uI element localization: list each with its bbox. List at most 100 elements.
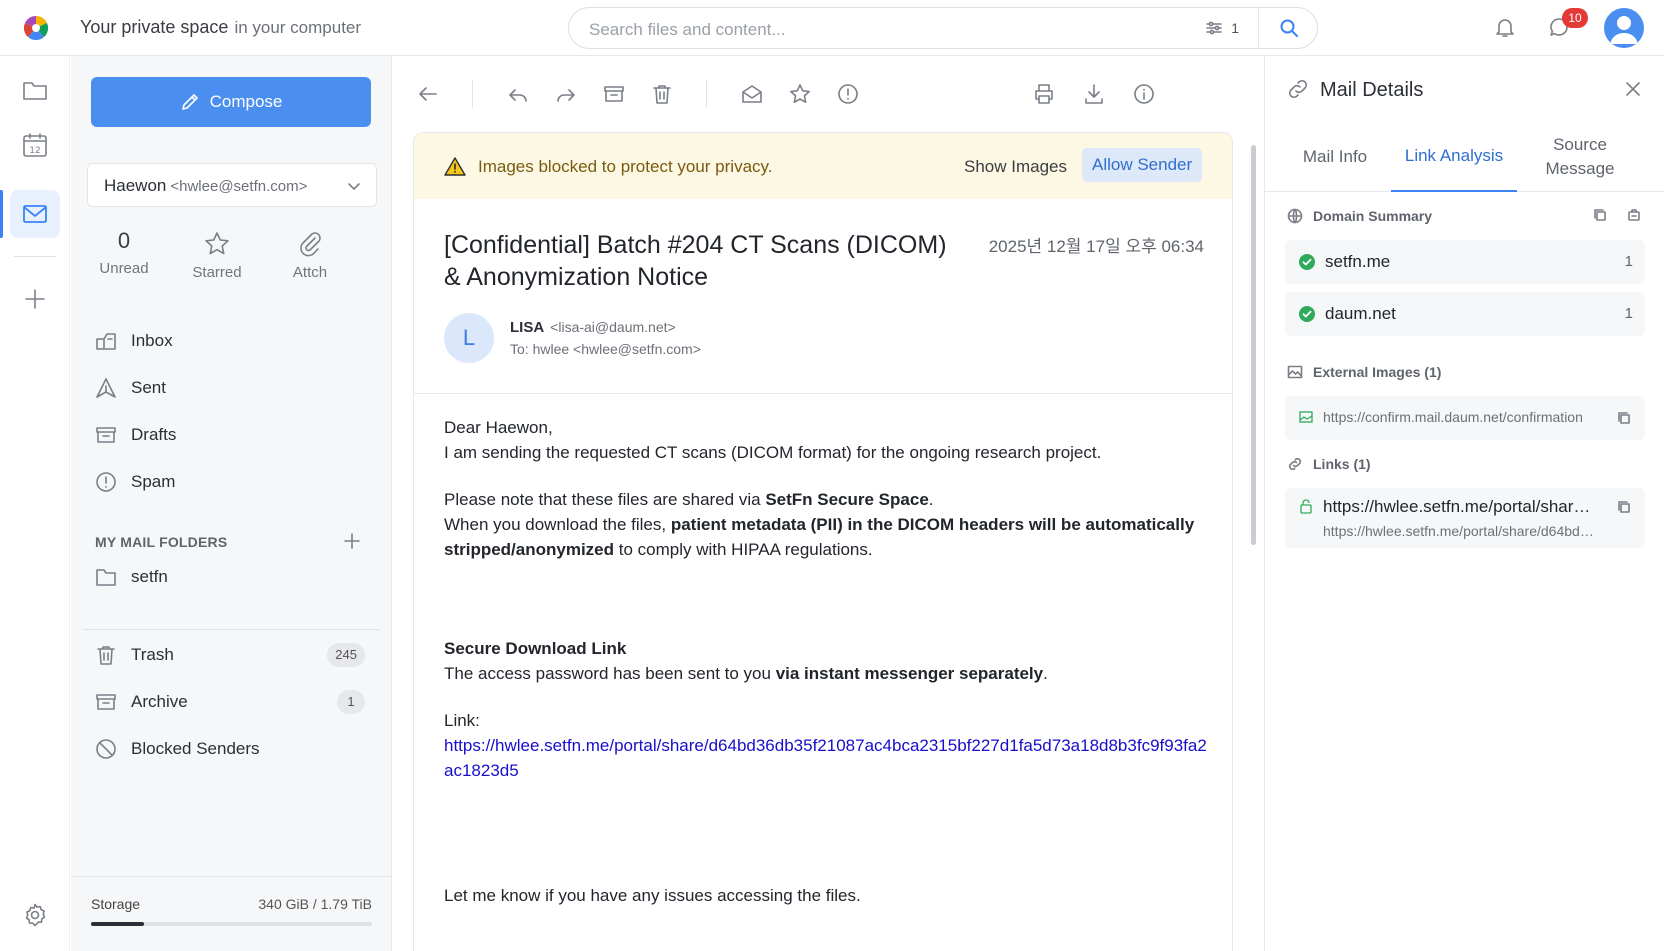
archive-button[interactable] — [602, 82, 626, 106]
star-button[interactable] — [788, 82, 812, 106]
search-divider — [1258, 8, 1259, 48]
body-paragraph: The access password has been sent to you… — [444, 661, 1214, 686]
nav-blocked-senders[interactable]: Blocked Senders — [95, 729, 365, 769]
search-filter-button[interactable]: 1 — [1205, 20, 1239, 36]
header-separator — [414, 393, 1232, 394]
add-folder-button[interactable] — [343, 532, 361, 550]
nav-trash[interactable]: Trash 245 — [95, 635, 365, 675]
brand-main: Your private space — [80, 17, 229, 37]
stat-unread[interactable]: 0 Unread — [84, 226, 164, 277]
rail-calendar[interactable]: 12 — [22, 132, 48, 158]
drafts-icon — [96, 427, 116, 443]
nav-sent-label: Sent — [131, 378, 166, 397]
user-avatar[interactable] — [1604, 8, 1644, 48]
account-email: <hwlee@setfn.com> — [170, 178, 308, 195]
tab-source-message[interactable]: Source Message — [1535, 122, 1625, 192]
links-label: Links (1) — [1313, 456, 1371, 472]
archive-icon — [604, 86, 624, 102]
sender-name[interactable]: LISA — [510, 319, 544, 336]
rail-files[interactable] — [22, 78, 48, 102]
mail-sidebar: Compose Haewon <hwlee@setfn.com> 0 Unread… — [71, 56, 392, 951]
rail-mail[interactable] — [22, 202, 48, 226]
sidebar-separator — [83, 629, 380, 630]
account-selector[interactable]: Haewon <hwlee@setfn.com> — [87, 163, 377, 207]
blocked-icon — [96, 739, 116, 759]
nav-spam[interactable]: Spam — [95, 462, 365, 502]
rail-add[interactable] — [22, 286, 48, 312]
unread-count: 0 — [117, 228, 131, 253]
delete-button[interactable] — [650, 82, 674, 106]
back-button[interactable] — [416, 82, 440, 106]
svg-text:12: 12 — [29, 146, 40, 156]
globe-icon — [1287, 208, 1303, 224]
copy-icon[interactable] — [1617, 411, 1631, 425]
domain-row[interactable]: daum.net 1 — [1285, 292, 1645, 336]
check-circle-icon — [1299, 306, 1315, 322]
search-bar[interactable]: Search files and content... 1 — [568, 7, 1318, 49]
print-button[interactable] — [1032, 82, 1056, 106]
body-bold-text: SetFn Secure Space — [765, 490, 929, 509]
domain-summary-label: Domain Summary — [1313, 208, 1433, 224]
nav-inbox[interactable]: Inbox — [95, 321, 365, 361]
warning-icon — [444, 157, 466, 176]
notifications-button[interactable] — [1494, 16, 1516, 38]
body-greeting: Dear Haewon, — [444, 418, 553, 437]
nav-drafts[interactable]: Drafts — [95, 415, 365, 455]
link-label: Link: — [444, 711, 480, 730]
account-name: Haewon — [104, 176, 167, 195]
message-scrollbar-thumb[interactable] — [1251, 145, 1256, 545]
download-button[interactable] — [1082, 82, 1106, 106]
body-text: . — [928, 490, 934, 509]
storage-bar-fill — [91, 922, 145, 926]
reply-button[interactable] — [506, 82, 530, 106]
stat-starred[interactable]: Starred — [177, 226, 257, 281]
app-rail: 12 — [0, 56, 70, 951]
domain-row[interactable]: setfn.me 1 — [1285, 240, 1645, 284]
nav-drafts-label: Drafts — [131, 425, 177, 444]
domain-name: daum.net — [1325, 304, 1396, 323]
forward-button[interactable] — [554, 82, 578, 106]
report-spam-button[interactable] — [836, 82, 860, 106]
app-logo-icon[interactable] — [22, 14, 50, 42]
spam-icon — [96, 472, 116, 492]
domain-summary-header: Domain Summary — [1287, 208, 1640, 224]
external-image-row[interactable]: https://confirm.mail.daum.net/confirmati… — [1285, 396, 1645, 440]
search-input[interactable]: Search files and content... — [589, 20, 786, 40]
chevron-down-icon — [348, 183, 360, 190]
info-button[interactable] — [1132, 82, 1156, 106]
search-button[interactable] — [1279, 18, 1299, 38]
toolbar-separator — [472, 80, 473, 108]
plus-icon — [25, 289, 45, 309]
details-title: Mail Details — [1320, 79, 1424, 101]
copy-icon[interactable] — [1593, 208, 1607, 222]
export-icon[interactable] — [1627, 208, 1641, 222]
rail-separator — [14, 256, 56, 257]
nav-archive-label: Archive — [131, 692, 188, 711]
mark-read-button[interactable] — [740, 82, 764, 106]
copy-icon[interactable] — [1617, 500, 1631, 514]
details-tabs: Mail Info Link Analysis Source Message — [1265, 122, 1664, 192]
body-paragraph: When you download the files, patient met… — [444, 512, 1214, 562]
nav-archive[interactable]: Archive 1 — [95, 682, 365, 722]
compose-button[interactable]: Compose — [91, 77, 371, 127]
download-link[interactable]: https://hwlee.setfn.me/portal/share/d64b… — [444, 736, 1207, 780]
tab-mail-info[interactable]: Mail Info — [1279, 122, 1391, 192]
stat-attachments[interactable]: Attch — [270, 226, 350, 281]
links-header: Links (1) — [1287, 456, 1371, 472]
show-images-button[interactable]: Show Images — [964, 157, 1067, 177]
rail-settings[interactable] — [22, 902, 48, 928]
message-view: Images blocked to protect your privacy. … — [413, 132, 1233, 951]
star-icon — [205, 232, 229, 255]
folder-icon — [23, 82, 47, 100]
brand-title: Your private space in your computer — [80, 17, 361, 38]
link-row[interactable]: https://hwlee.setfn.me/portal/share/d64b… — [1285, 488, 1645, 548]
sender-email[interactable]: <lisa-ai@daum.net> — [550, 319, 676, 335]
nav-sent[interactable]: Sent — [95, 368, 365, 408]
message-date: 2025년 12월 17일 오후 06:34 — [988, 237, 1204, 256]
messages-badge: 10 — [1562, 8, 1588, 28]
send-icon — [96, 378, 116, 398]
close-details-button[interactable] — [1624, 80, 1642, 98]
tab-link-analysis[interactable]: Link Analysis — [1391, 122, 1517, 192]
allow-sender-button[interactable]: Allow Sender — [1082, 148, 1203, 182]
folder-setfn[interactable]: setfn — [95, 557, 365, 597]
